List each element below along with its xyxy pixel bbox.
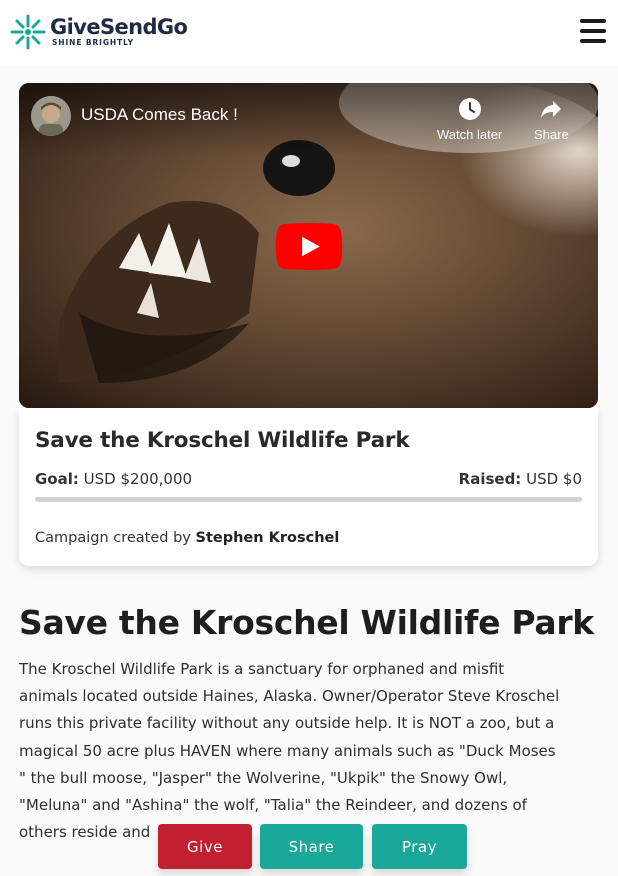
clock-icon <box>458 98 481 120</box>
video-share-label: Share <box>534 127 569 142</box>
goal-label: Goal: <box>35 470 79 488</box>
channel-avatar[interactable] <box>31 96 71 136</box>
share-arrow-icon <box>541 101 562 118</box>
action-bar: Give Share Pray <box>0 824 618 870</box>
pray-button[interactable]: Pray <box>372 824 467 869</box>
brand-tagline: SHINE BRIGHTLY <box>52 38 134 47</box>
brand-name: GiveSendGo <box>50 15 188 39</box>
video-share-button[interactable]: Share <box>534 97 569 142</box>
creator-prefix: Campaign created by <box>35 530 191 546</box>
watch-later-button[interactable]: Watch later <box>437 97 502 142</box>
goal-value: USD $200,000 <box>83 470 193 488</box>
give-button[interactable]: Give <box>158 824 252 869</box>
watch-later-label: Watch later <box>437 127 503 142</box>
hamburger-menu-icon[interactable] <box>580 19 606 45</box>
raised-label: Raised: <box>458 470 522 488</box>
campaign-title: Save the Kroschel Wildlife Park <box>35 428 410 453</box>
sunburst-logo-icon <box>10 14 46 50</box>
raised-amount: Raised: USD $0 <box>459 470 582 488</box>
campaign-creator: Campaign created by Stephen Kroschel <box>35 530 339 546</box>
campaign-description: The Kroschel Wildlife Park is a sanctuar… <box>19 660 560 842</box>
raised-value: USD $0 <box>526 470 582 488</box>
fundraising-progress-bar <box>35 497 582 502</box>
share-button[interactable]: Share <box>260 824 363 869</box>
video-player[interactable]: USDA Comes Back ! Watch later Share <box>19 83 598 408</box>
campaign-summary-card: Save the Kroschel Wildlife Park Goal: US… <box>19 408 598 566</box>
page-title: Save the Kroschel Wildlife Park <box>19 603 594 642</box>
youtube-play-icon[interactable] <box>275 223 343 270</box>
creator-name-link[interactable]: Stephen Kroschel <box>196 530 340 546</box>
goal-amount: Goal: USD $200,000 <box>35 470 192 488</box>
video-title[interactable]: USDA Comes Back ! <box>81 105 238 125</box>
site-header: GiveSendGo SHINE BRIGHTLY <box>0 0 618 66</box>
givesendgo-logo[interactable]: GiveSendGo SHINE BRIGHTLY <box>10 13 188 51</box>
